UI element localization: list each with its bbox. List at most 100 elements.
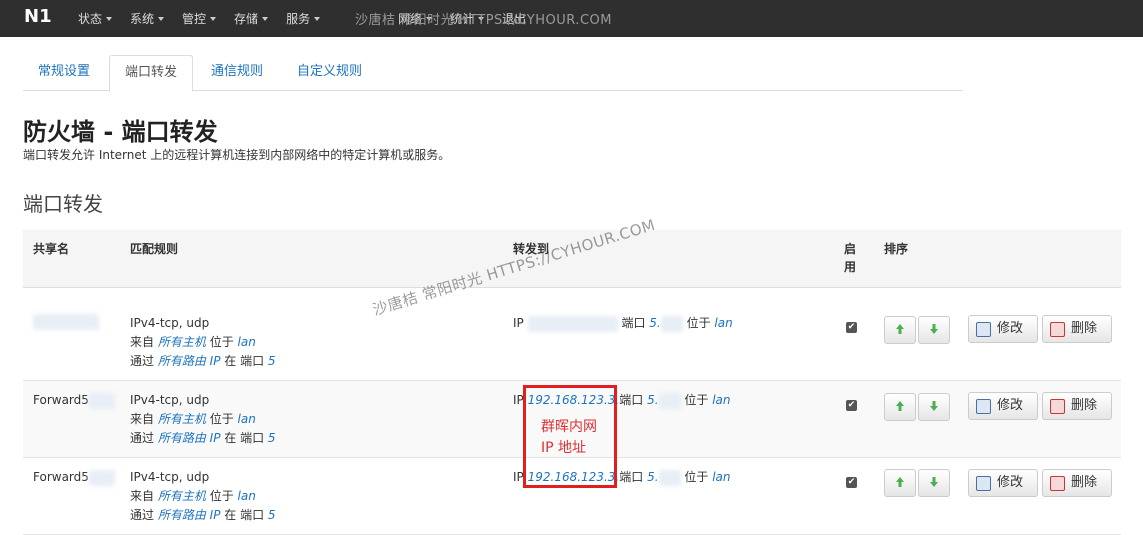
rule-name-text: Forward5 [33, 470, 89, 484]
move-down-button[interactable] [918, 316, 950, 344]
column-header-match: 匹配规则 [130, 242, 179, 256]
rule-name: Forward5 [33, 468, 115, 487]
source-line: 来自 所有主机 位于 lan [130, 487, 276, 506]
delete-label: 删除 [1071, 321, 1098, 336]
via-port-link[interactable]: 5 [268, 354, 276, 368]
move-up-button[interactable] [884, 316, 916, 344]
tab-custom-rules[interactable]: 自定义规则 [282, 55, 377, 89]
menu-label: 系统 [130, 12, 155, 26]
protocol-text: IPv4-tcp, udp [130, 316, 210, 330]
menu-label: 服务 [286, 12, 311, 26]
page-description: 端口转发允许 Internet 上的远程计算机连接到内部网络中的特定计算机或服务… [23, 148, 451, 162]
rule-name: Forward5 [33, 391, 115, 410]
menu-storage[interactable]: 存储 [234, 10, 269, 27]
protocol-text: IPv4-tcp, udp [130, 470, 210, 484]
edit-button[interactable]: 修改 [968, 469, 1038, 497]
caret-down-icon [106, 16, 113, 21]
source-host-link[interactable]: 所有主机 [158, 489, 206, 503]
redacted-ip [527, 315, 618, 332]
source-host-link[interactable]: 所有主机 [158, 412, 206, 426]
ip-prefix: IP [513, 316, 524, 330]
move-up-button[interactable] [884, 469, 916, 497]
tab-bar: 常规设置 端口转发 通信规则 自定义规则 [23, 55, 963, 92]
delete-button[interactable]: 删除 [1042, 469, 1112, 497]
forward-zone-link[interactable]: lan [714, 316, 732, 330]
via-line: 通过 所有路由 IP 在 端口 5 [130, 506, 276, 525]
protocol-text: IPv4-tcp, udp [130, 393, 210, 407]
edit-label: 修改 [997, 398, 1024, 413]
menu-label: 存储 [234, 12, 259, 26]
move-down-button[interactable] [918, 469, 950, 497]
port-prefix: 端口 [619, 393, 644, 407]
located-prefix: 位于 [209, 412, 234, 426]
enable-checkbox[interactable]: ✔ [846, 477, 857, 488]
caret-down-icon [158, 16, 165, 21]
move-down-button[interactable] [918, 393, 950, 421]
match-rule: IPv4-tcp, udp 来自 所有主机 位于 lan 通过 所有路由 IP … [130, 391, 276, 448]
brand-logo[interactable]: N1 [24, 6, 52, 27]
source-host-link[interactable]: 所有主机 [158, 335, 206, 349]
annotation-line: IP 地址 [541, 440, 587, 456]
via-at: 在 端口 [224, 508, 265, 522]
delete-button[interactable]: 删除 [1042, 392, 1112, 420]
source-line: 来自 所有主机 位于 lan [130, 333, 276, 352]
column-header-name: 共享名 [33, 242, 70, 256]
caret-down-icon [314, 16, 321, 21]
section-title: 端口转发 [23, 192, 103, 216]
move-up-button[interactable] [884, 393, 916, 421]
caret-down-icon [262, 16, 269, 21]
tab-traffic-rules[interactable]: 通信规则 [196, 55, 278, 89]
navbar-watermark: 沙唐桔 常阳时光 HTTPS://CYHOUR.COM [355, 13, 612, 28]
menu-control[interactable]: 管控 [182, 10, 217, 27]
edit-icon [976, 476, 991, 491]
arrow-up-icon [896, 324, 904, 334]
tab-general-settings[interactable]: 常规设置 [23, 55, 105, 89]
forward-port-link[interactable]: 5. [647, 470, 658, 484]
port-prefix: 端口 [619, 470, 644, 484]
tab-port-forward[interactable]: 端口转发 [109, 55, 194, 92]
from-prefix: 来自 [130, 489, 155, 503]
enable-checkbox[interactable]: ✔ [846, 322, 857, 333]
edit-icon [976, 322, 991, 337]
page-title: 防火墙 - 端口转发 [23, 118, 218, 146]
edit-label: 修改 [997, 475, 1024, 490]
edit-button[interactable]: 修改 [968, 315, 1038, 343]
column-header-sort: 排序 [884, 242, 909, 256]
located-prefix: 位于 [209, 489, 234, 503]
source-line: 来自 所有主机 位于 lan [130, 410, 276, 429]
forward-zone-link[interactable]: lan [712, 393, 730, 407]
forward-port-link[interactable]: 5. [647, 393, 658, 407]
via-route-link[interactable]: 所有路由 IP [158, 431, 221, 445]
arrow-down-icon [930, 401, 938, 411]
forward-zone-link[interactable]: lan [712, 470, 730, 484]
via-prefix: 通过 [130, 431, 155, 445]
enable-checkbox[interactable]: ✔ [846, 400, 857, 411]
delete-label: 删除 [1071, 475, 1098, 490]
forward-target: IP 端口 5. 位于 lan [513, 314, 733, 333]
via-route-link[interactable]: 所有路由 IP [158, 354, 221, 368]
edit-button[interactable]: 修改 [968, 392, 1038, 420]
from-prefix: 来自 [130, 335, 155, 349]
delete-icon [1050, 476, 1065, 491]
source-zone-link[interactable]: lan [238, 335, 256, 349]
delete-button[interactable]: 删除 [1042, 315, 1112, 343]
menu-services[interactable]: 服务 [286, 10, 321, 27]
top-navbar: N1 状态 系统 管控 存储 服务 网络 统计 退出 沙唐桔 常阳时光 HTTP… [0, 0, 1143, 37]
source-zone-link[interactable]: lan [238, 489, 256, 503]
forward-port-link[interactable]: 5. [649, 316, 660, 330]
via-at: 在 端口 [224, 431, 265, 445]
redacted-name [88, 392, 115, 409]
arrow-down-icon [930, 324, 938, 334]
delete-icon [1050, 399, 1065, 414]
via-prefix: 通过 [130, 354, 155, 368]
menu-label: 管控 [182, 12, 207, 26]
via-port-link[interactable]: 5 [268, 431, 276, 445]
menu-label: 状态 [78, 12, 103, 26]
menu-system[interactable]: 系统 [130, 10, 165, 27]
arrow-up-icon [896, 477, 904, 487]
source-zone-link[interactable]: lan [238, 412, 256, 426]
via-at: 在 端口 [224, 354, 265, 368]
menu-status[interactable]: 状态 [78, 10, 113, 27]
via-route-link[interactable]: 所有路由 IP [158, 508, 221, 522]
via-port-link[interactable]: 5 [268, 508, 276, 522]
